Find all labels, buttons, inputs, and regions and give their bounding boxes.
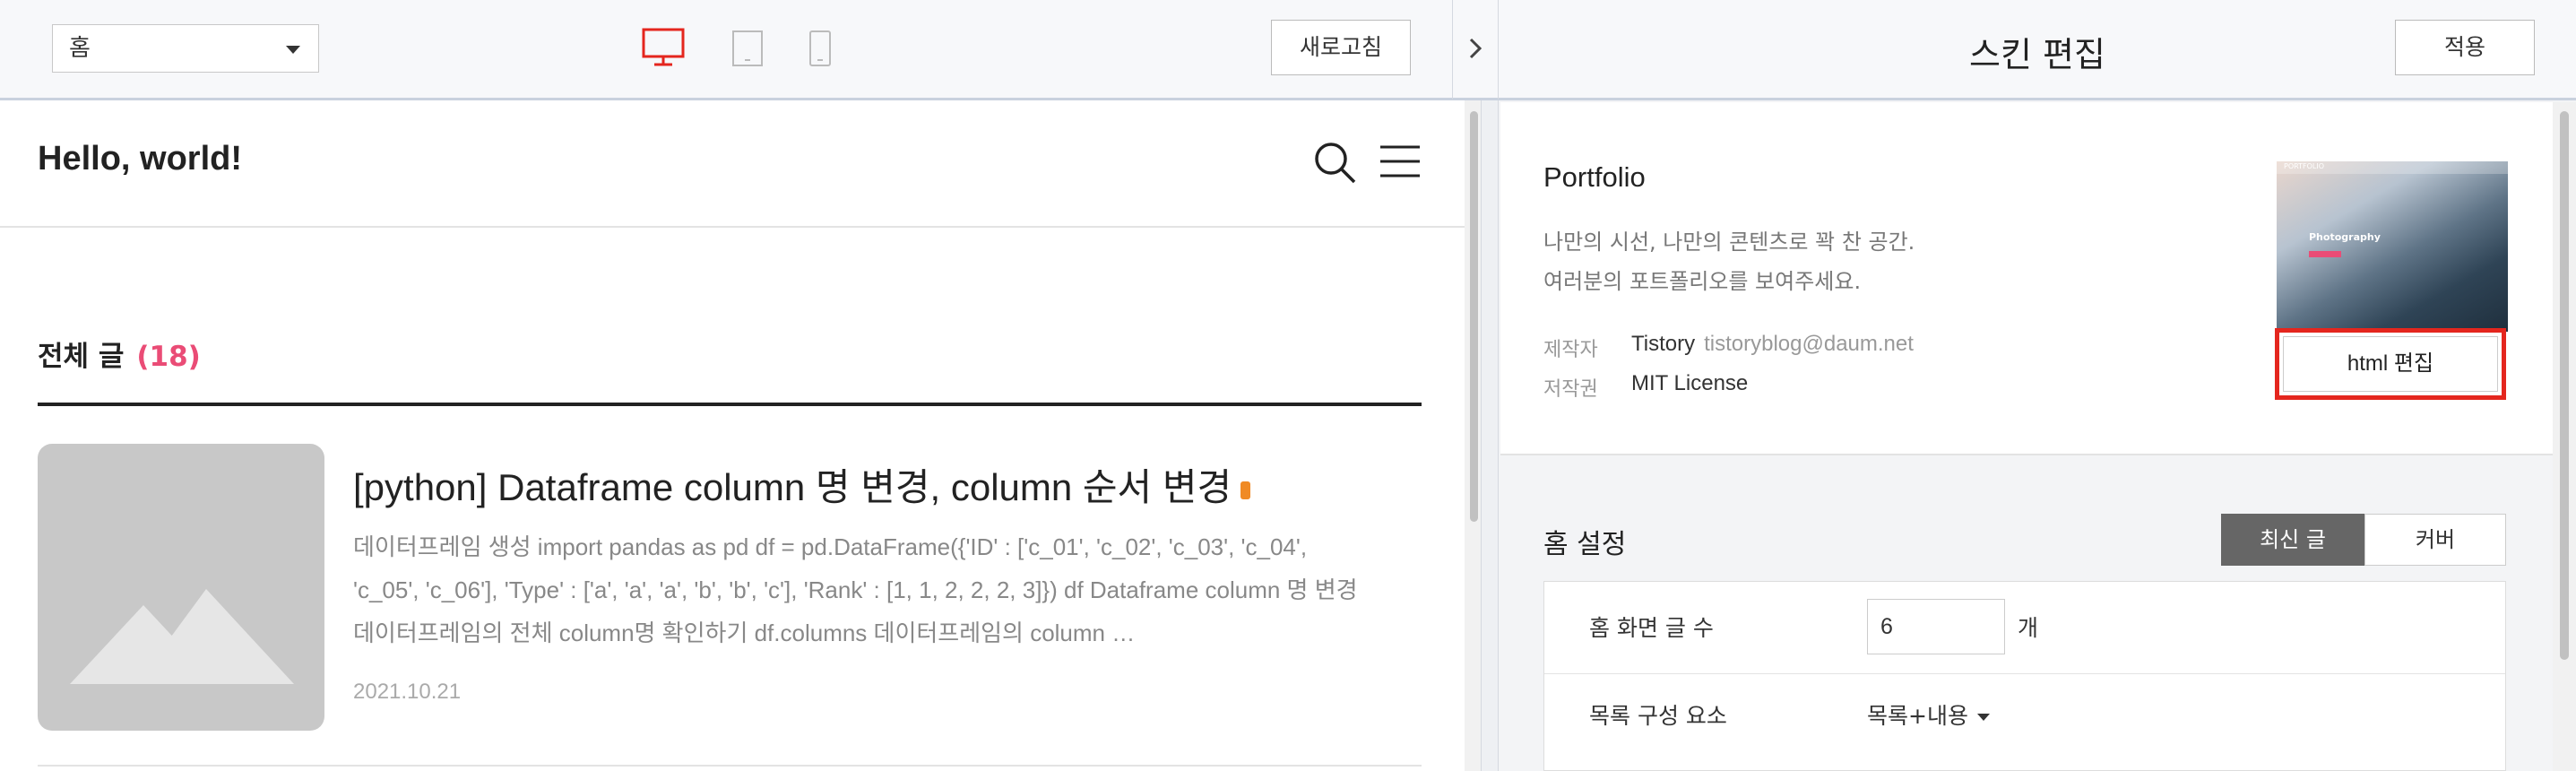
section-heading-label: 전체 글 xyxy=(38,341,125,373)
skin-preview-image: PORTFOLIO Photography xyxy=(2277,161,2508,332)
maker-name: Tistory xyxy=(1631,332,1696,356)
post-title-text: [python] Dataframe column 명 변경, column 순… xyxy=(353,466,1232,508)
tablet-icon[interactable] xyxy=(731,30,765,67)
maker-email: tistoryblog@daum.net xyxy=(1704,332,1914,356)
skin-preview-logo: PORTFOLIO xyxy=(2284,162,2324,170)
chevron-down-icon xyxy=(1976,714,1990,721)
maker-label: 제작자 xyxy=(1543,339,1598,361)
post-divider xyxy=(38,765,1422,767)
blog-preview: Hello, world! 전체 글 (18) [python] Datafram… xyxy=(0,100,1465,771)
editor-scrollbar-thumb[interactable] xyxy=(2560,111,2569,660)
skin-info-card: Portfolio 나만의 시선, 나만의 콘텐츠로 꽉 찬 공간. 여러분의 … xyxy=(1500,102,2553,455)
section-divider xyxy=(38,403,1422,406)
menu-icon[interactable] xyxy=(1379,143,1422,179)
home-settings-table: 홈 화면 글 수 6 개 목록 구성 요소 목록+내용 xyxy=(1543,581,2506,771)
license-label: 저작권 xyxy=(1543,378,1598,401)
pane-splitter[interactable] xyxy=(1481,100,1499,771)
skin-name: Portfolio xyxy=(1543,161,1646,193)
post-thumbnail[interactable] xyxy=(38,444,324,731)
editor-header: 스킨 편집 적용 xyxy=(1499,0,2576,100)
section-heading: 전체 글 (18) xyxy=(38,334,201,374)
desktop-icon[interactable] xyxy=(642,27,687,68)
blog-title[interactable]: Hello, world! xyxy=(38,140,242,178)
mobile-icon[interactable] xyxy=(808,30,834,67)
skin-preview-caption: Photography xyxy=(2309,231,2381,243)
maker-value: Tistory tistoryblog@daum.net xyxy=(1631,332,1914,357)
list-elements-value: 목록+내용 xyxy=(1867,703,1968,729)
page-select-dropdown[interactable]: 홈 xyxy=(52,24,319,73)
row-divider xyxy=(1544,673,2505,674)
skin-description-line1: 나만의 시선, 나만의 콘텐츠로 꽉 찬 공간. xyxy=(1543,230,1915,255)
post-count-input[interactable]: 6 xyxy=(1867,599,2005,654)
blog-header: Hello, world! xyxy=(0,100,1465,228)
post-count-label: 홈 화면 글 수 xyxy=(1589,615,1714,641)
image-placeholder-icon xyxy=(70,589,294,684)
home-settings-title: 홈 설정 xyxy=(1543,529,1627,560)
new-post-badge xyxy=(1240,481,1251,499)
search-icon[interactable] xyxy=(1312,140,1359,186)
tab-latest-posts[interactable]: 최신 글 xyxy=(2221,514,2364,566)
preview-toolbar: 홈 새로고침 xyxy=(0,0,1465,100)
html-edit-label: html 편집 xyxy=(2283,336,2498,392)
html-edit-button[interactable]: html 편집 xyxy=(2275,328,2506,400)
license-value: MIT License xyxy=(1631,371,1749,395)
post-count: (18) xyxy=(136,341,201,373)
skin-preview-topbar: PORTFOLIO xyxy=(2277,161,2508,174)
list-elements-label: 목록 구성 요소 xyxy=(1589,703,1727,729)
page-select-value: 홈 xyxy=(69,35,91,62)
skin-description-line2: 여러분의 포트폴리오를 보여주세요. xyxy=(1543,269,1862,294)
apply-button[interactable]: 적용 xyxy=(2395,20,2535,75)
post-date: 2021.10.21 xyxy=(353,680,462,704)
list-elements-dropdown[interactable]: 목록+내용 xyxy=(1867,698,1990,731)
post-count-unit: 개 xyxy=(2018,615,2039,641)
collapse-panel-button[interactable] xyxy=(1452,0,1499,100)
post-excerpt[interactable]: 데이터프레임 생성 import pandas as pd df = pd.Da… xyxy=(353,525,1375,654)
post-title[interactable]: [python] Dataframe column 명 변경, column 순… xyxy=(353,457,1251,512)
chevron-right-icon xyxy=(1469,38,1482,59)
chevron-down-icon xyxy=(286,46,300,54)
tab-cover[interactable]: 커버 xyxy=(2364,514,2506,566)
skin-preview-tag xyxy=(2309,251,2341,257)
preview-scrollbar-thumb[interactable] xyxy=(1470,111,1478,522)
refresh-button[interactable]: 새로고침 xyxy=(1271,20,1411,75)
